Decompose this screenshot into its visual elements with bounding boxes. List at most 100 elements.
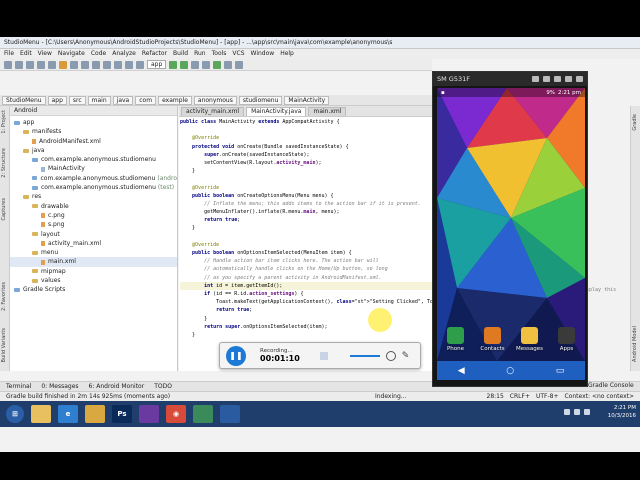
tree-item[interactable]: com.example.anonymous.studiomenu (andro: [10, 174, 177, 183]
pause-recording-button[interactable]: ❚❚: [226, 345, 246, 366]
find-icon[interactable]: [92, 60, 100, 69]
tree-item[interactable]: values: [10, 276, 177, 285]
minimize-icon[interactable]: [565, 76, 572, 82]
android-monitor-icon[interactable]: [224, 60, 233, 69]
tree-item[interactable]: activity_main.xml: [10, 239, 177, 248]
tree-item[interactable]: MainActivity: [10, 164, 177, 173]
tree-item[interactable]: mipmap: [10, 267, 177, 276]
breadcrumb-item[interactable]: example: [158, 95, 192, 105]
start-button[interactable]: ⊞: [6, 405, 24, 423]
flag-icon[interactable]: [564, 409, 570, 415]
chrome-icon[interactable]: ◉: [166, 405, 186, 423]
menu-refactor[interactable]: Refactor: [142, 49, 167, 59]
screenshot-icon[interactable]: [532, 76, 539, 82]
paste-icon[interactable]: [81, 60, 89, 69]
replace-icon[interactable]: [103, 60, 111, 69]
device-screen[interactable]: ▪ 9% 2:21 pm Phone Contacts Messages Apps: [437, 88, 585, 361]
debug-icon[interactable]: [180, 60, 189, 69]
bottom-tab[interactable]: TODO: [154, 382, 172, 391]
tree-item[interactable]: s.png: [10, 220, 177, 229]
dock-app[interactable]: Contacts: [476, 327, 510, 352]
run-config-select[interactable]: app: [147, 60, 167, 69]
context-indicator[interactable]: Context: <no context>: [565, 392, 634, 401]
project-view-select[interactable]: Android: [10, 106, 177, 116]
photoshop-icon[interactable]: Ps: [112, 405, 132, 423]
tree-item[interactable]: Gradle Scripts: [10, 285, 177, 294]
menu-vcs[interactable]: VCS: [232, 49, 244, 59]
structure-tool-tab[interactable]: 2: Structure: [1, 148, 7, 178]
menu-file[interactable]: File: [4, 49, 14, 59]
menu-help[interactable]: Help: [280, 49, 294, 59]
save-icon[interactable]: [15, 60, 23, 69]
tree-item[interactable]: AndroidManifest.xml: [10, 137, 177, 146]
tree-item[interactable]: layout: [10, 230, 177, 239]
recents-key-icon[interactable]: ▭: [556, 366, 565, 376]
dock-app[interactable]: Phone: [439, 327, 473, 352]
network-icon[interactable]: [574, 409, 580, 415]
back-icon[interactable]: [114, 60, 122, 69]
copy-icon[interactable]: [70, 60, 78, 69]
favorites-tool-tab[interactable]: 2: Favorites: [1, 282, 7, 311]
make-icon[interactable]: [136, 60, 144, 69]
avd-manager-icon[interactable]: [213, 60, 222, 69]
breadcrumb-item[interactable]: app: [47, 95, 67, 105]
tree-item[interactable]: com.example.anonymous.studiomenu (test): [10, 183, 177, 192]
microphone-icon[interactable]: [319, 351, 328, 360]
menu-analyze[interactable]: Analyze: [112, 49, 136, 59]
build-variants-tool-tab[interactable]: Build Variants: [1, 328, 7, 362]
code-area[interactable]: public class MainActivity extends AppCom…: [180, 118, 432, 338]
tree-item[interactable]: res: [10, 192, 177, 201]
breadcrumb-item[interactable]: studiomenu: [238, 95, 283, 105]
settings-icon[interactable]: [554, 76, 561, 82]
webcam-icon[interactable]: [385, 350, 396, 361]
tree-item[interactable]: drawable: [10, 202, 177, 211]
system-clock[interactable]: 2:21 PM 10/3/2016: [608, 404, 636, 420]
explorer-icon[interactable]: [31, 405, 51, 423]
run-icon[interactable]: [169, 60, 178, 69]
breadcrumb-item[interactable]: anonymous: [193, 95, 237, 105]
gradle-console-tab[interactable]: Gradle Console: [588, 381, 634, 391]
tree-item[interactable]: app: [10, 118, 177, 127]
menu-build[interactable]: Build: [173, 49, 188, 59]
open-icon[interactable]: [4, 60, 12, 69]
dock-app[interactable]: Messages: [513, 327, 547, 352]
ie-icon[interactable]: e: [58, 405, 78, 423]
volume-icon[interactable]: [584, 409, 590, 415]
file-encoding[interactable]: UTF-8+: [536, 392, 559, 401]
line-separator[interactable]: CRLF+: [510, 392, 530, 401]
editor-tab[interactable]: MainActivity.java: [246, 107, 307, 116]
menu-tools[interactable]: Tools: [212, 49, 227, 59]
help-icon[interactable]: [235, 60, 244, 69]
gradle-tool-tab[interactable]: Gradle: [632, 114, 638, 131]
editor-tab[interactable]: activity_main.xml: [181, 107, 245, 116]
bottom-tab[interactable]: Terminal: [6, 382, 31, 391]
cursor-position[interactable]: 28:15: [487, 392, 504, 401]
project-tool-tab[interactable]: 1: Project: [1, 110, 7, 134]
folder-icon[interactable]: [85, 405, 105, 423]
breadcrumb-item[interactable]: com: [135, 95, 157, 105]
bottom-tab[interactable]: 6: Android Monitor: [89, 382, 145, 391]
breadcrumb-item[interactable]: java: [112, 95, 134, 105]
camera-icon[interactable]: [543, 76, 550, 82]
editor-tab[interactable]: main.xml: [308, 107, 347, 116]
attach-icon[interactable]: [191, 60, 200, 69]
menu-view[interactable]: View: [38, 49, 52, 59]
sync-icon[interactable]: [26, 60, 34, 69]
tree-item[interactable]: java: [10, 146, 177, 155]
menu-run[interactable]: Run: [194, 49, 206, 59]
tree-item[interactable]: com.example.anonymous.studiomenu: [10, 155, 177, 164]
home-key-icon[interactable]: ○: [506, 366, 514, 376]
dock-app[interactable]: Apps: [550, 327, 584, 352]
captures-tool-tab[interactable]: Captures: [1, 198, 7, 221]
redo-icon[interactable]: [48, 60, 56, 69]
close-icon[interactable]: [576, 76, 583, 82]
menu-window[interactable]: Window: [251, 49, 275, 59]
tree-item[interactable]: main.xml: [10, 257, 177, 267]
undo-icon[interactable]: [37, 60, 45, 69]
tree-item[interactable]: menu: [10, 248, 177, 257]
android-model-tool-tab[interactable]: Android Model: [632, 326, 638, 362]
bottom-tab[interactable]: 0: Messages: [41, 382, 78, 391]
menu-navigate[interactable]: Navigate: [58, 49, 85, 59]
app-purple-icon[interactable]: [139, 405, 159, 423]
menu-code[interactable]: Code: [91, 49, 106, 59]
